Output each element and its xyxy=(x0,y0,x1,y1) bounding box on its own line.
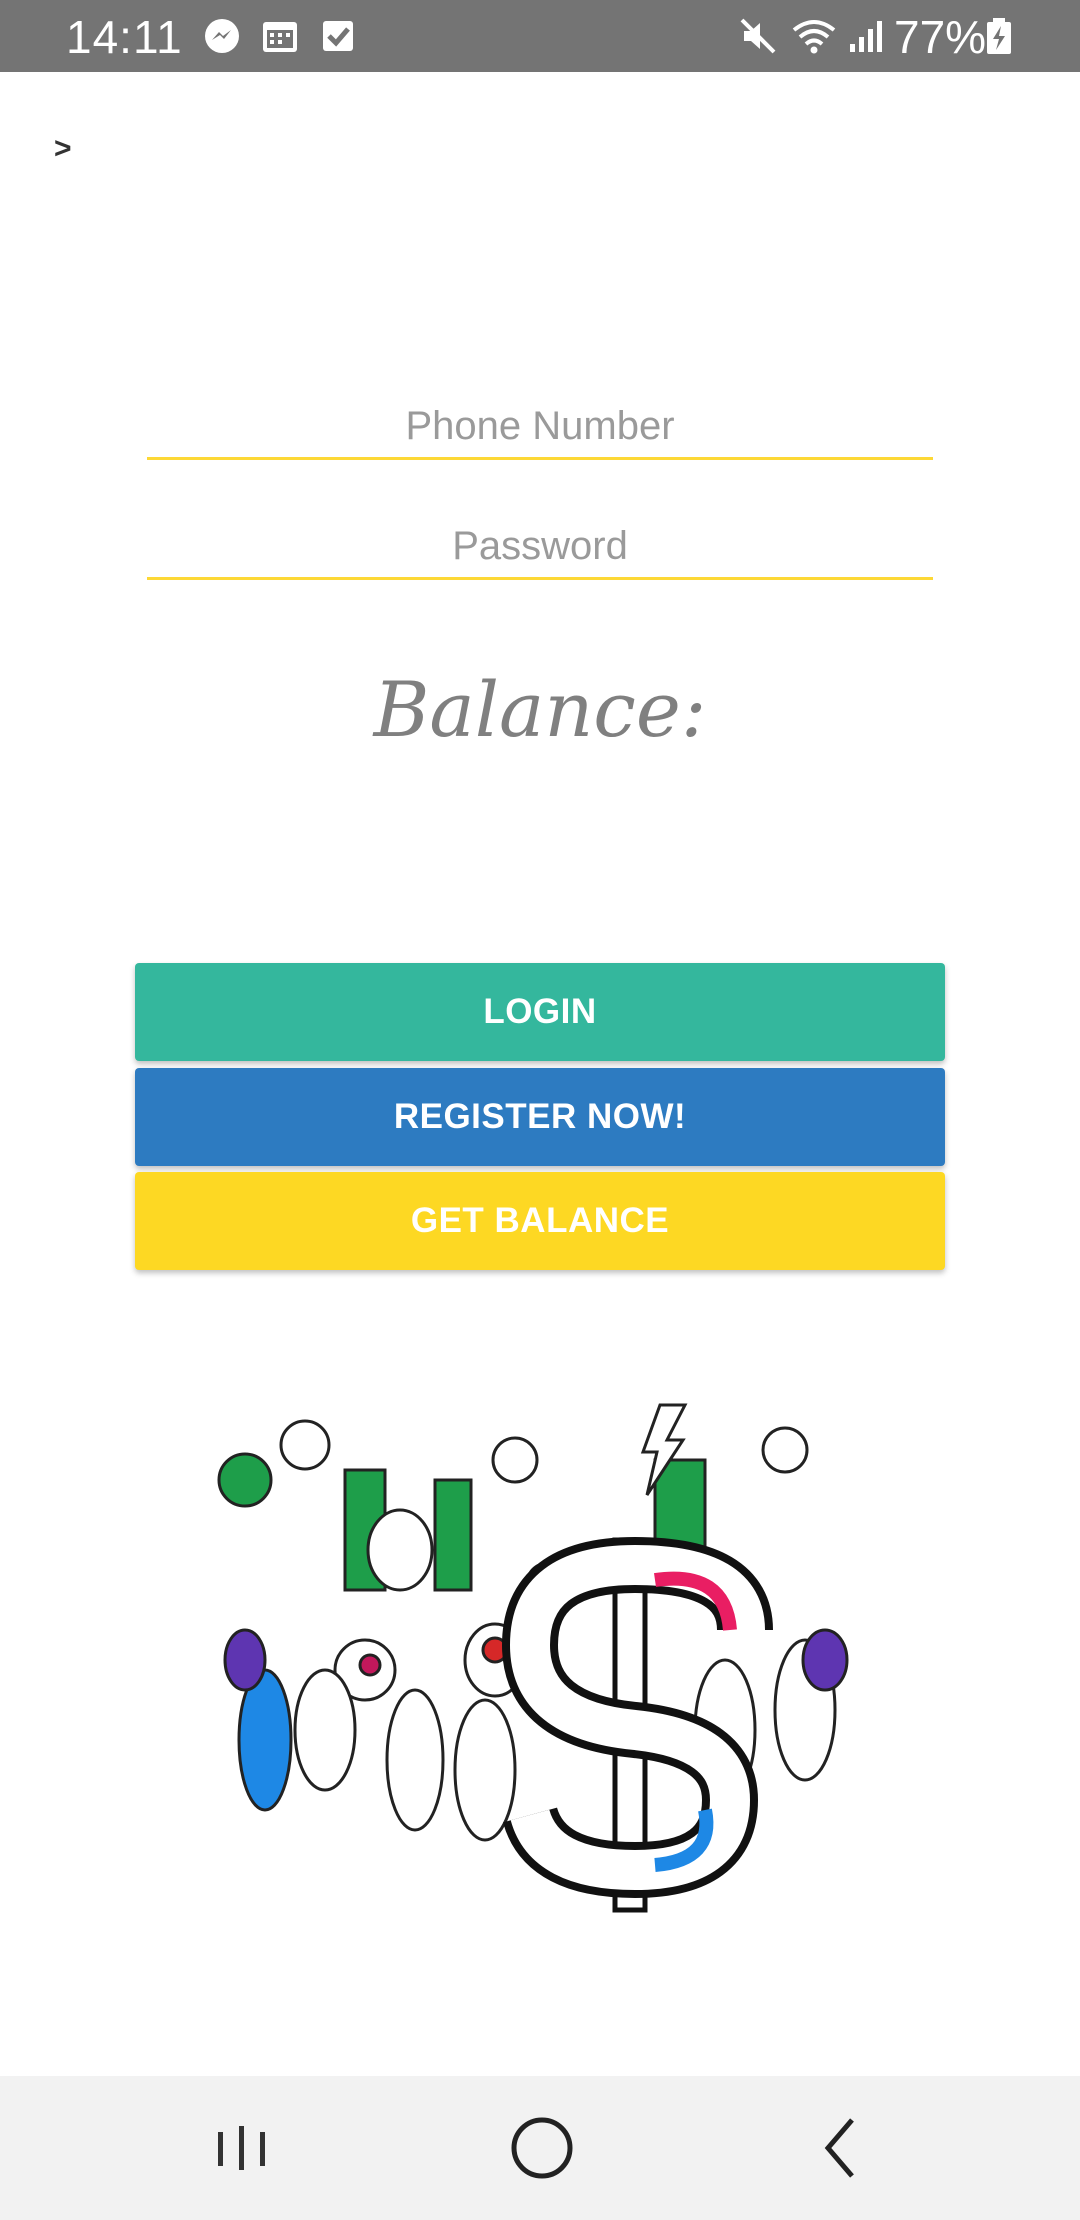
balance-label: Balance: xyxy=(373,665,707,754)
login-button[interactable]: LOGIN xyxy=(135,963,945,1061)
back-icon[interactable] xyxy=(792,2106,892,2190)
signal-icon xyxy=(850,21,882,52)
password-input[interactable] xyxy=(147,515,933,580)
doodle-monsters-dollar-illustration xyxy=(217,1403,849,1913)
status-time: 14:11 xyxy=(66,11,183,63)
checkbox-icon xyxy=(323,21,353,51)
phone-number-input[interactable] xyxy=(147,395,933,460)
navigation-bar xyxy=(0,2076,1080,2220)
battery-charging-icon xyxy=(987,18,1011,54)
wifi-icon xyxy=(792,20,836,54)
status-bar: 14:11 77% xyxy=(0,0,1080,72)
calendar-icon xyxy=(263,22,297,52)
home-icon[interactable] xyxy=(492,2106,592,2190)
messenger-icon xyxy=(205,19,239,53)
register-button[interactable]: REGISTER NOW! xyxy=(135,1068,945,1166)
back-chevron[interactable]: > xyxy=(54,132,72,166)
recent-apps-icon[interactable] xyxy=(192,2106,292,2190)
battery-percent: 77% xyxy=(894,11,987,63)
mute-icon xyxy=(740,18,776,54)
get-balance-button[interactable]: GET BALANCE xyxy=(135,1172,945,1270)
